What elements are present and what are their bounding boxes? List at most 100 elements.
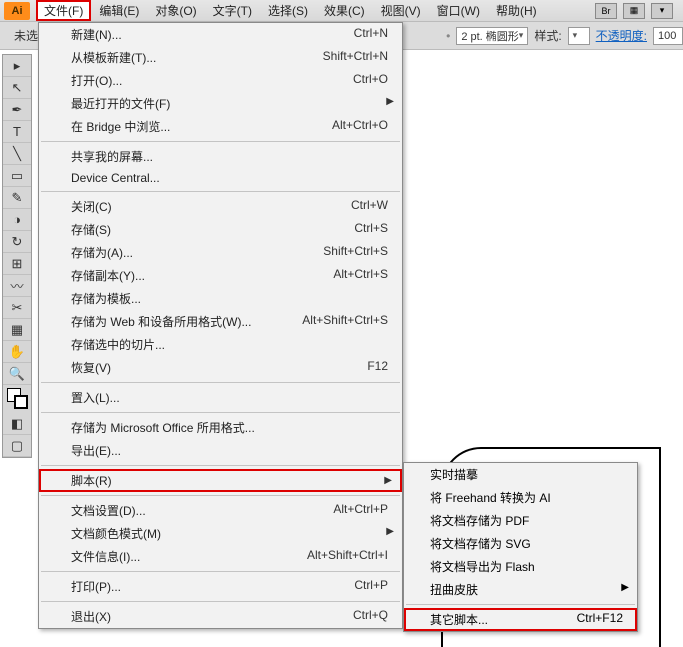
tool-type[interactable]: T: [3, 121, 31, 143]
opacity-value[interactable]: 100: [653, 27, 683, 45]
file-menu-item[interactable]: 从模板新建(T)...Shift+Ctrl+N: [39, 46, 402, 69]
bridge-icon[interactable]: Br: [595, 3, 617, 19]
menu-window[interactable]: 窗口(W): [429, 0, 488, 21]
menu-item-label: 存储(S): [71, 221, 354, 238]
menu-shortcut: Alt+Ctrl+S: [333, 267, 388, 284]
file-menu-item[interactable]: 存储为模板...: [39, 287, 402, 310]
menu-shortcut: Alt+Shift+Ctrl+I: [307, 548, 388, 565]
menu-select[interactable]: 选择(S): [260, 0, 316, 21]
file-menu-item[interactable]: 脚本(R)▶: [39, 469, 402, 492]
arrange-icon[interactable]: ▦: [623, 3, 645, 19]
script-menu-item[interactable]: 将 Freehand 转换为 AI: [404, 486, 637, 509]
menu-separator: [41, 465, 400, 466]
menu-shortcut: Alt+Ctrl+P: [333, 502, 388, 519]
menu-item-label: 存储为(A)...: [71, 244, 323, 261]
script-submenu: 实时描摹将 Freehand 转换为 AI 将文档存储为 PDF 将文档存储为 SV…: [403, 462, 638, 632]
menu-item-label: 文件信息(I)...: [71, 548, 307, 565]
menu-separator: [41, 601, 400, 602]
doc-label: 未选: [14, 27, 38, 44]
tool-rotate[interactable]: ◑: [3, 209, 31, 231]
menu-help[interactable]: 帮助(H): [488, 0, 545, 21]
menu-item-label: Device Central...: [71, 171, 388, 185]
file-menu-item[interactable]: 新建(N)...Ctrl+N: [39, 23, 402, 46]
tool-scissors[interactable]: ✂: [3, 297, 31, 319]
toolbox: ▸ ↖ ✒ T ╲ ▭ ✎ ◑ ↻ ⊞ 〰 ✂ ▦ ✋ 🔍 ◧ ▢: [2, 54, 32, 458]
file-menu-item[interactable]: 存储(S)Ctrl+S: [39, 218, 402, 241]
menu-separator: [41, 141, 400, 142]
menu-item-label: 恢复(V): [71, 359, 367, 376]
script-menu-item[interactable]: 扭曲皮肤▶: [404, 578, 637, 601]
script-menu-item[interactable]: 将文档存储为 SVG: [404, 532, 637, 555]
tool-mesh[interactable]: 〰: [3, 275, 31, 297]
file-menu-item[interactable]: 置入(L)...: [39, 386, 402, 409]
stroke-swatch[interactable]: [14, 395, 28, 409]
menu-item-label: 共享我的屏幕...: [71, 148, 388, 165]
menu-item-label: 将 Freehand 转换为 AI: [430, 489, 623, 506]
menu-object[interactable]: 对象(O): [147, 0, 204, 21]
file-menu-item[interactable]: 文档颜色模式(M)▶: [39, 522, 402, 545]
menu-item-label: 关闭(C): [71, 198, 351, 215]
file-menu-item[interactable]: 导出(E)...: [39, 439, 402, 462]
script-menu-item[interactable]: 实时描摹: [404, 463, 637, 486]
file-menu-item[interactable]: 打开(O)...Ctrl+O: [39, 69, 402, 92]
file-menu-item[interactable]: 共享我的屏幕...: [39, 145, 402, 168]
menu-shortcut: Shift+Ctrl+N: [323, 49, 388, 66]
tool-hand[interactable]: ✋: [3, 341, 31, 363]
color-swatch[interactable]: [3, 385, 31, 413]
menu-effect[interactable]: 效果(C): [316, 0, 373, 21]
tool-artboard[interactable]: ▦: [3, 319, 31, 341]
menu-shortcut: Ctrl+O: [353, 72, 388, 89]
menu-separator: [406, 604, 635, 605]
menu-shortcut: Ctrl+P: [354, 578, 388, 595]
opacity-label[interactable]: 不透明度:: [596, 27, 647, 44]
file-menu-item[interactable]: 在 Bridge 中浏览...Alt+Ctrl+O: [39, 115, 402, 138]
menu-item-label: 打开(O)...: [71, 72, 353, 89]
menu-item-label: 其它脚本...: [430, 611, 577, 628]
script-menu-item[interactable]: 将文档导出为 Flash: [404, 555, 637, 578]
menu-edit[interactable]: 编辑(E): [91, 0, 147, 21]
tool-paintbrush[interactable]: ✎: [3, 187, 31, 209]
file-menu-item[interactable]: 打印(P)...Ctrl+P: [39, 575, 402, 598]
menu-item-label: 存储为 Web 和设备所用格式(W)...: [71, 313, 302, 330]
workspace-dropdown-icon[interactable]: ▾: [651, 3, 673, 19]
style-swatch[interactable]: [568, 27, 590, 45]
file-menu-item[interactable]: 关闭(C)Ctrl+W: [39, 195, 402, 218]
file-menu-item[interactable]: 存储为 Microsoft Office 所用格式...: [39, 416, 402, 439]
menu-item-label: 将文档存储为 PDF: [430, 512, 623, 529]
file-menu-item[interactable]: 存储副本(Y)...Alt+Ctrl+S: [39, 264, 402, 287]
submenu-arrow-icon: ▶: [386, 526, 394, 537]
tool-symbol[interactable]: ⊞: [3, 253, 31, 275]
tool-line[interactable]: ╲: [3, 143, 31, 165]
stroke-profile-field[interactable]: 2 pt. 椭圆形: [456, 27, 528, 45]
tool-rectangle[interactable]: ▭: [3, 165, 31, 187]
file-menu-item[interactable]: 恢复(V)F12: [39, 356, 402, 379]
tool-warp[interactable]: ↻: [3, 231, 31, 253]
tool-screen[interactable]: ▢: [3, 435, 31, 457]
menu-file[interactable]: 文件(F): [36, 0, 91, 21]
file-menu-item[interactable]: 退出(X)Ctrl+Q: [39, 605, 402, 628]
menu-separator: [41, 571, 400, 572]
menu-shortcut: Alt+Ctrl+O: [332, 118, 388, 135]
script-menu-item[interactable]: 将文档存储为 PDF: [404, 509, 637, 532]
file-menu-item[interactable]: 存储选中的切片...: [39, 333, 402, 356]
app-icon: Ai: [4, 2, 30, 20]
script-menu-item[interactable]: 其它脚本...Ctrl+F12: [404, 608, 637, 631]
menu-type[interactable]: 文字(T): [205, 0, 260, 21]
menu-item-label: 将文档导出为 Flash: [430, 558, 623, 575]
tool-pen[interactable]: ✒: [3, 99, 31, 121]
tool-grip[interactable]: ▸: [3, 55, 31, 77]
file-menu-item[interactable]: 文档设置(D)...Alt+Ctrl+P: [39, 499, 402, 522]
menu-item-label: 扭曲皮肤: [430, 581, 623, 598]
menu-item-label: 最近打开的文件(F): [71, 95, 388, 112]
file-menu-item[interactable]: Device Central...: [39, 168, 402, 188]
file-menu-item[interactable]: 存储为(A)...Shift+Ctrl+S: [39, 241, 402, 264]
file-menu-item[interactable]: 文件信息(I)...Alt+Shift+Ctrl+I: [39, 545, 402, 568]
file-menu-dropdown: 新建(N)...Ctrl+N从模板新建(T)...Shift+Ctrl+N打开(…: [38, 22, 403, 629]
menubar: Ai 文件(F) 编辑(E) 对象(O) 文字(T) 选择(S) 效果(C) 视…: [0, 0, 683, 22]
tool-mode[interactable]: ◧: [3, 413, 31, 435]
file-menu-item[interactable]: 最近打开的文件(F)▶: [39, 92, 402, 115]
tool-selection[interactable]: ↖: [3, 77, 31, 99]
file-menu-item[interactable]: 存储为 Web 和设备所用格式(W)...Alt+Shift+Ctrl+S: [39, 310, 402, 333]
tool-zoom[interactable]: 🔍: [3, 363, 31, 385]
menu-view[interactable]: 视图(V): [373, 0, 429, 21]
